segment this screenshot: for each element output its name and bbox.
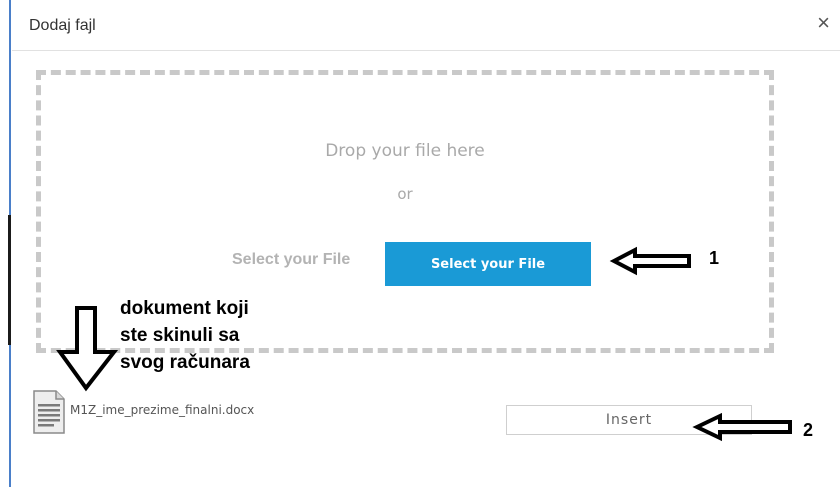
dialog-title: Dodaj fajl bbox=[29, 17, 96, 34]
file-name: M1Z_ime_prezime_finalni.docx bbox=[70, 403, 255, 417]
annotation-note-line3: svog računara bbox=[120, 352, 250, 373]
add-file-dialog: Dodaj fajl × Drop your file here or Sele… bbox=[12, 0, 840, 487]
window-border-dark bbox=[8, 215, 11, 345]
annotation-note: dokument koji ste skinuli sa svog računa… bbox=[120, 295, 250, 376]
window-border-bottom bbox=[9, 345, 11, 487]
down-arrow-annotation bbox=[56, 306, 119, 392]
select-file-label: Select your File bbox=[232, 251, 351, 268]
select-file-button[interactable]: Select your File bbox=[385, 242, 591, 286]
left-arrow-annotation-2 bbox=[692, 412, 792, 442]
annotation-note-line1: dokument koji bbox=[120, 298, 249, 319]
document-icon bbox=[33, 390, 65, 434]
window-border-top bbox=[9, 0, 11, 215]
dialog-header: Dodaj fajl × bbox=[12, 0, 840, 51]
annotation-number-1: 1 bbox=[709, 248, 720, 268]
window-left-edge bbox=[0, 0, 12, 487]
selected-file: M1Z_ime_prezime_finalni.docx bbox=[33, 390, 333, 436]
close-icon[interactable]: × bbox=[817, 12, 830, 34]
left-arrow-annotation-1 bbox=[609, 246, 691, 276]
annotation-number-2: 2 bbox=[803, 420, 814, 440]
annotation-note-line2: ste skinuli sa bbox=[120, 325, 240, 346]
or-separator: or bbox=[397, 185, 413, 203]
drop-hint: Drop your file here bbox=[325, 141, 485, 161]
